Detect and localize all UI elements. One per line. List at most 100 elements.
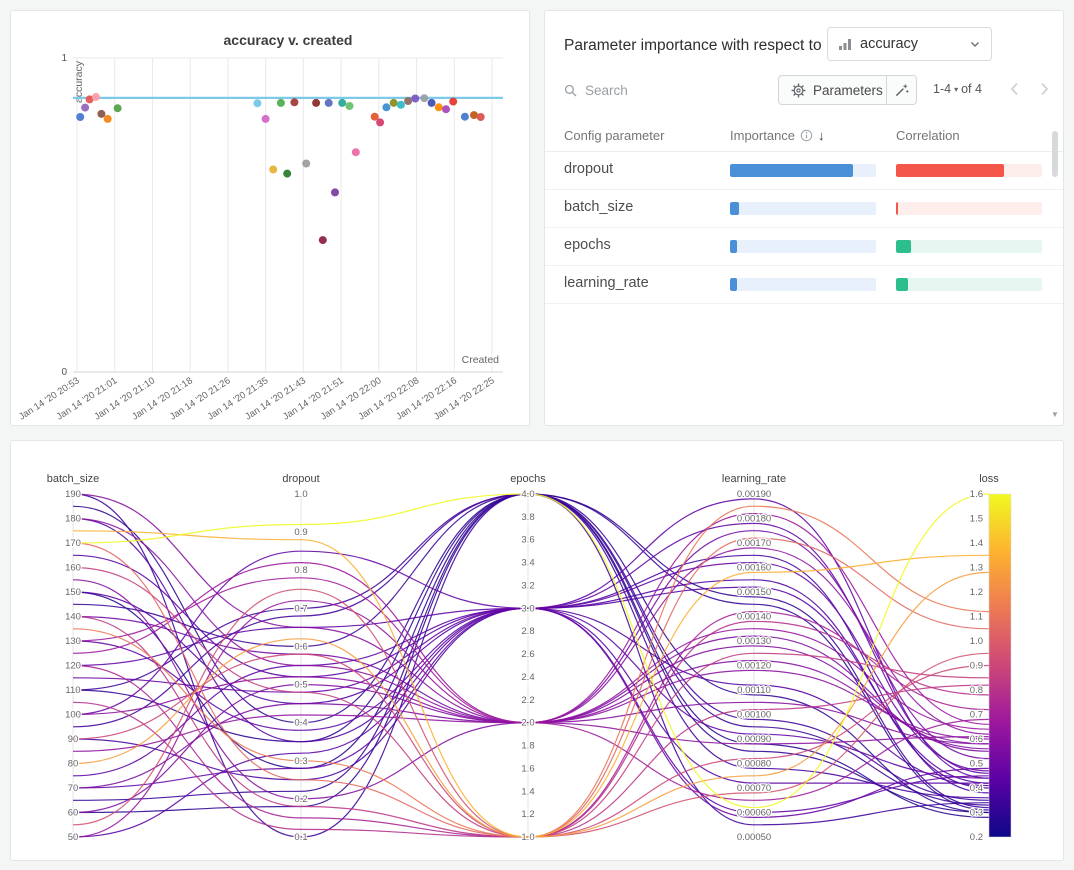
- tick-label: 0.7: [970, 710, 983, 721]
- importance-bar: [730, 164, 876, 177]
- vertical-scrollbar[interactable]: ▼: [1051, 123, 1060, 419]
- axis-title: epochs: [510, 473, 546, 485]
- correlation-bar: [896, 240, 1042, 253]
- search-icon: [564, 84, 577, 97]
- parallel-coordinates-container[interactable]: batch_size506070809010011012013014015016…: [11, 441, 1063, 865]
- axis-title: learning_rate: [722, 473, 786, 485]
- scatter-point[interactable]: [411, 95, 419, 103]
- tick-label: 1.5: [970, 514, 983, 525]
- metric-select-dropdown[interactable]: accuracy: [827, 27, 992, 61]
- scatter-point[interactable]: [269, 166, 277, 174]
- importance-bar: [730, 202, 876, 215]
- parameter-importance-panel: Parameter importance with respect to acc…: [544, 10, 1064, 426]
- search-input[interactable]: Search: [564, 83, 628, 98]
- scatter-point[interactable]: [435, 103, 443, 111]
- scatter-point[interactable]: [81, 104, 89, 112]
- scatter-plot-container[interactable]: accuracy v. created012.03.04.05.06.07.08…: [11, 11, 529, 430]
- scatter-point[interactable]: [331, 188, 339, 196]
- scatter-point[interactable]: [338, 99, 346, 107]
- scatter-point[interactable]: [283, 170, 291, 178]
- scatter-point[interactable]: [470, 111, 478, 119]
- scatter-point[interactable]: [397, 101, 405, 109]
- column-correlation: Correlation: [896, 128, 960, 143]
- scatter-point[interactable]: [277, 99, 285, 107]
- scatter-point[interactable]: [404, 97, 412, 105]
- tick-label: 4.0: [521, 489, 534, 500]
- tick-label: 3.2: [521, 581, 534, 592]
- scatter-point[interactable]: [290, 98, 298, 106]
- tick-label: 2.2: [521, 695, 534, 706]
- pagination[interactable]: 1-4▾ of 4: [933, 82, 982, 96]
- prev-page-button[interactable]: [1003, 78, 1025, 100]
- scatter-point[interactable]: [302, 160, 310, 168]
- tick-label: 0.9: [294, 527, 307, 538]
- scatter-point[interactable]: [449, 98, 457, 106]
- chevron-down-icon: [969, 38, 981, 50]
- tick-label: 60: [68, 808, 79, 819]
- tick-label: 0.5: [294, 680, 307, 691]
- importance-table-body: dropout batch_sizeepochslearning_rate: [545, 152, 1063, 304]
- scatter-point[interactable]: [319, 236, 327, 244]
- tick-label: 0.4: [970, 783, 983, 794]
- tick-label: 2.6: [521, 649, 534, 660]
- next-page-button[interactable]: [1033, 78, 1055, 100]
- scrollbar-thumb[interactable]: [1052, 131, 1058, 177]
- magic-wand-button[interactable]: [886, 75, 917, 105]
- scatter-point[interactable]: [382, 103, 390, 111]
- tick-label: 3.8: [521, 512, 534, 523]
- config-parameter-name: dropout: [564, 161, 613, 177]
- table-row[interactable]: epochs: [545, 228, 1063, 266]
- scatter-point[interactable]: [76, 113, 84, 121]
- tick-label: 1.1: [970, 612, 983, 623]
- column-importance[interactable]: Importance ↓: [730, 128, 825, 143]
- table-row[interactable]: batch_size: [545, 190, 1063, 228]
- table-row[interactable]: learning_rate: [545, 266, 1063, 304]
- tick-label: 1.0: [970, 636, 983, 647]
- scatter-point[interactable]: [390, 99, 398, 107]
- scatter-point[interactable]: [442, 105, 450, 113]
- scrollbar-down-arrow-icon[interactable]: ▼: [1051, 410, 1059, 419]
- parallel-coordinates-plot[interactable]: batch_size506070809010011012013014015016…: [11, 441, 1063, 860]
- scatter-point[interactable]: [325, 99, 333, 107]
- scatter-point[interactable]: [262, 115, 270, 123]
- tick-label: 0.00150: [737, 587, 771, 598]
- scatter-point[interactable]: [312, 99, 320, 107]
- tick-label: 0.2: [294, 794, 307, 805]
- tick-label: 0.00170: [737, 538, 771, 549]
- loss-colorbar: [989, 494, 1011, 837]
- tick-label: 170: [65, 538, 81, 549]
- scatter-point[interactable]: [346, 102, 354, 110]
- scatter-point[interactable]: [92, 93, 100, 101]
- tick-label: 70: [68, 783, 79, 794]
- tick-label: 0.00110: [737, 685, 771, 696]
- tick-label: 90: [68, 734, 79, 745]
- table-row[interactable]: dropout: [545, 152, 1063, 190]
- scatter-point[interactable]: [420, 94, 428, 102]
- tick-label: 0.00160: [737, 563, 771, 574]
- scatter-point[interactable]: [477, 113, 485, 121]
- tick-label: 2.4: [521, 672, 534, 683]
- column-importance-label: Importance: [730, 128, 795, 143]
- scatter-point[interactable]: [352, 148, 360, 156]
- x-tick-label: Jan 14 '20 20:53: [17, 375, 82, 422]
- metric-select-value: accuracy: [860, 36, 918, 52]
- tick-label: 0.00090: [737, 734, 771, 745]
- magic-wand-icon: [894, 83, 909, 98]
- column-config-parameter: Config parameter: [564, 128, 664, 143]
- scatter-point[interactable]: [428, 99, 436, 107]
- scatter-point[interactable]: [97, 110, 105, 118]
- parallel-coordinates-panel: batch_size506070809010011012013014015016…: [10, 440, 1064, 861]
- x-axis-label: Created: [462, 354, 500, 366]
- parameters-button[interactable]: Parameters: [778, 75, 896, 105]
- scatter-point[interactable]: [376, 118, 384, 126]
- chevron-right-icon: [1040, 82, 1049, 96]
- scatter-point[interactable]: [104, 115, 112, 123]
- y-axis-label: accuracy: [73, 60, 85, 103]
- tick-label: 50: [68, 832, 79, 843]
- scatter-point[interactable]: [461, 113, 469, 121]
- scatter-plot[interactable]: accuracy v. created012.03.04.05.06.07.08…: [11, 11, 529, 425]
- scatter-point[interactable]: [253, 99, 261, 107]
- scatter-point[interactable]: [114, 104, 122, 112]
- tick-label: 150: [65, 587, 81, 598]
- tick-label: 3.0: [521, 603, 534, 614]
